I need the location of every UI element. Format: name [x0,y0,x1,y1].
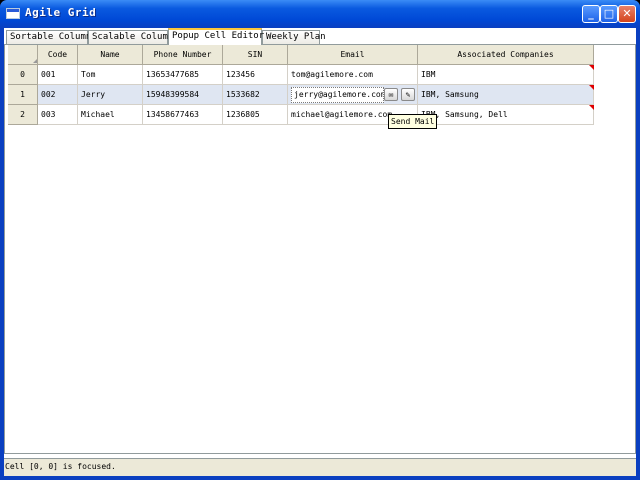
column-header-sin[interactable]: SIN [223,45,288,65]
email-cell-editor-input[interactable]: jerry@agilemore.com [291,87,384,103]
column-header-phone[interactable]: Phone Number [143,45,223,65]
close-button[interactable]: ✕ [618,5,636,23]
client-area: Sortable Column Scalable Column Popup Ce… [4,28,636,476]
tab-bar: Sortable Column Scalable Column Popup Ce… [4,28,636,45]
cell-companies[interactable]: IBM, Samsung, Dell [418,105,594,125]
cell-name[interactable]: Jerry [78,85,143,105]
corner-header [8,45,38,65]
row-header[interactable]: 1 [8,85,38,105]
send-mail-tooltip: Send Mail [388,114,438,129]
cell-sin[interactable]: 123456 [223,65,288,85]
cell-companies[interactable]: IBM [418,65,594,85]
title-bar[interactable]: Agile Grid _ □ ✕ [0,0,640,28]
status-bar: Cell [0, 0] is focused. [4,458,636,476]
comment-marker-icon [589,65,594,70]
tab-popup-cell-editor[interactable]: Popup Cell Editor [168,28,264,45]
comment-marker-icon [589,85,594,90]
column-header-companies[interactable]: Associated Companies [418,45,594,65]
tab-weekly-plan[interactable]: Weekly Plan [262,30,326,44]
status-text: Cell [0, 0] is focused. [5,462,116,471]
send-mail-button[interactable]: ✉ [384,88,398,101]
column-header-code[interactable]: Code [38,45,78,65]
cell-code[interactable]: 002 [38,85,78,105]
column-header-email[interactable]: Email [288,45,418,65]
cell-code[interactable]: 003 [38,105,78,125]
tab-sortable-column[interactable]: Sortable Column [6,30,91,44]
tab-scalable-column[interactable]: Scalable Column [88,30,173,44]
cell-sin[interactable]: 1533682 [223,85,288,105]
cell-phone[interactable]: 13458677463 [143,105,223,125]
cell-sin[interactable]: 1236805 [223,105,288,125]
tab-content-panel: Code Name Phone Number SIN Email Associa… [4,44,636,454]
cell-phone[interactable]: 15948399584 [143,85,223,105]
cell-code[interactable]: 001 [38,65,78,85]
edit-button[interactable]: ✎ [401,88,415,101]
app-window: Agile Grid _ □ ✕ Sortable Column Scalabl… [0,0,640,480]
cell-phone[interactable]: 13653477685 [143,65,223,85]
window-title: Agile Grid [25,6,97,19]
comment-marker-icon [589,105,594,110]
row-header[interactable]: 0 [8,65,38,85]
column-header-name[interactable]: Name [78,45,143,65]
cell-name[interactable]: Michael [78,105,143,125]
cell-companies[interactable]: IBM, Samsung [418,85,594,105]
maximize-button[interactable]: □ [600,5,618,23]
minimize-button[interactable]: _ [582,5,600,23]
row-header[interactable]: 2 [8,105,38,125]
cell-email[interactable]: tom@agilemore.com [288,65,418,85]
cell-name[interactable]: Tom [78,65,143,85]
window-icon [6,8,20,19]
